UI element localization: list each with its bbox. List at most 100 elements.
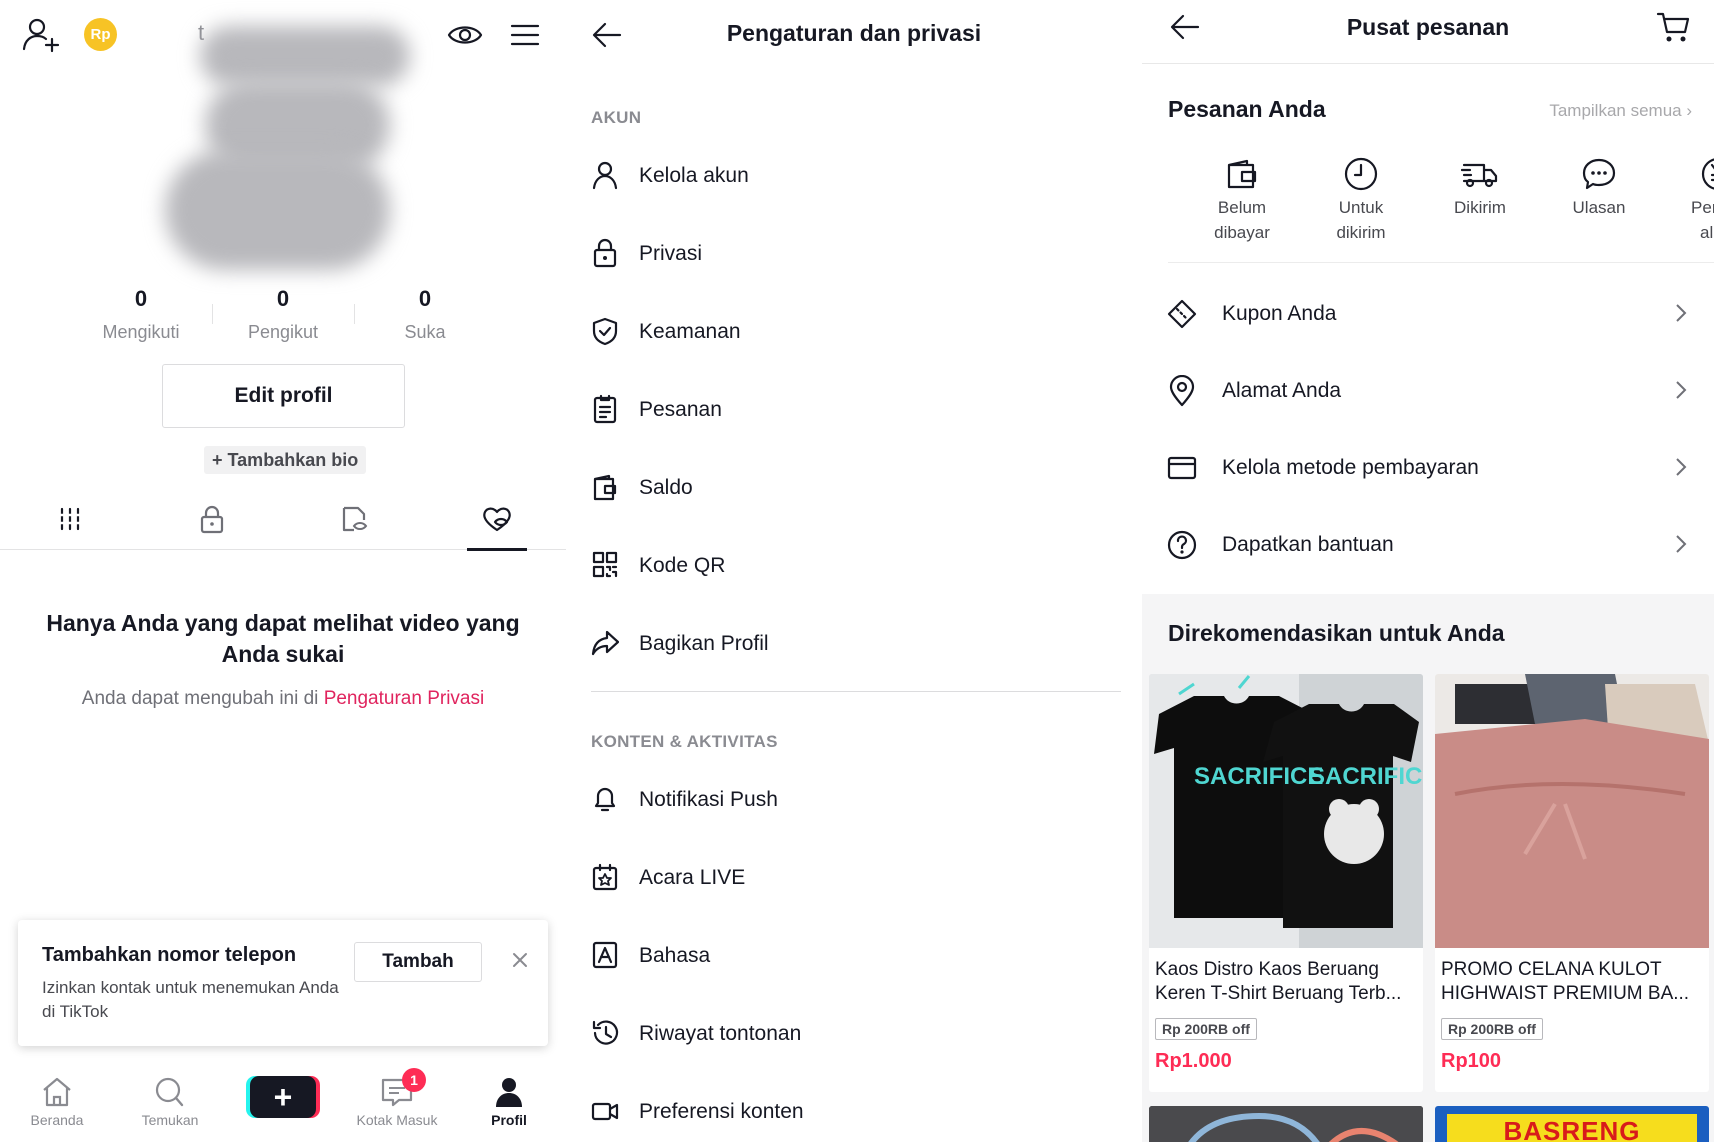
tab-videos[interactable] [40,504,100,550]
menu-item-address[interactable]: Alamat Anda [1166,361,1714,421]
product-card[interactable] [1149,1106,1423,1142]
settings-item-label: Preferensi konten [639,1100,804,1123]
help-circle-icon [1167,530,1197,560]
settings-item-label: Kelola akun [639,164,749,187]
chevron-right-icon [1676,458,1687,476]
settings-item-label: Kode QR [639,554,726,577]
calendar-star-icon [592,863,618,891]
section-divider [591,691,1121,692]
stat-likes[interactable]: 0 Suka [354,286,496,343]
menu-item-label: Kelola metode pembayaran [1222,456,1479,479]
order-status-refunds[interactable]: Pengeıalian [1663,156,1714,245]
settings-item-push-notifications[interactable]: Notifikasi Push [591,770,1121,830]
see-all-label: Tampilkan semua [1549,101,1682,120]
add-bio-button[interactable]: + Tambahkan bio [204,446,367,474]
order-status-shipped[interactable]: Dikirim [1425,156,1535,220]
share-icon [591,630,619,656]
avatar[interactable] [165,150,390,270]
settings-item-orders[interactable]: Pesanan [591,380,1121,440]
coupon-badge: Rp 200RB off [1441,1018,1543,1040]
cart-icon[interactable] [1656,10,1692,44]
card-icon [1167,456,1197,480]
add-phone-subtitle: Izinkan kontak untuk menemukan Anda di T… [42,978,339,1021]
settings-item-manage-account[interactable]: Kelola akun [591,146,1121,206]
section-account: AKUN [591,108,642,127]
settings-item-label: Keamanan [639,320,741,343]
chat-bubble-icon [1582,158,1616,190]
coin-icon[interactable]: Rp [84,18,117,51]
lock-icon [200,505,224,534]
menu-item-help[interactable]: Dapatkan bantuan [1166,515,1714,575]
tab-private[interactable] [182,504,242,550]
order-status-unpaid[interactable]: Belum dibayar [1187,156,1297,245]
settings-item-balance[interactable]: Saldo [591,458,1121,518]
add-friend-icon[interactable] [22,17,60,53]
settings-item-security[interactable]: Keamanan [591,302,1121,362]
tab-liked[interactable] [467,504,527,551]
order-status-reviews[interactable]: Ulasan [1544,156,1654,220]
nav-discover[interactable]: Temukan [125,1076,215,1128]
settings-item-watch-history[interactable]: Riwayat tontonan [591,1004,1121,1064]
section-content-activity: KONTEN & AKTIVITAS [591,732,778,751]
nav-profile[interactable]: Profil [464,1076,554,1128]
menu-icon[interactable] [509,20,541,50]
create-button[interactable]: + [250,1076,316,1118]
following-count: 0 [134,286,148,311]
bottom-nav: Beranda Temukan + Kotak Masuk 1 Profil [0,1068,566,1142]
profile-panel: Rp t 0 Mengikuti 0 Pengikut 0 Suka Edit … [0,0,566,1142]
stat-following[interactable]: 0 Mengikuti [70,286,212,343]
qr-code-icon [592,551,618,578]
product-card[interactable]: PROMO CELANA KULOT HIGHWAIST PREMIUM BA.… [1435,674,1709,1092]
language-icon [592,941,618,969]
chevron-right-icon [1676,535,1687,553]
your-orders-title: Pesanan Anda [1168,96,1326,122]
product-card[interactable]: BASRENG [1435,1106,1709,1142]
settings-item-qr-code[interactable]: Kode QR [591,536,1121,596]
coupon-badge: Rp 200RB off [1155,1018,1257,1040]
add-phone-button[interactable]: Tambah [354,942,482,982]
likes-label: Suka [404,322,446,342]
tab-reposts[interactable] [324,504,384,550]
liked-heart-icon [483,507,511,532]
settings-item-content-preferences[interactable]: Preferensi konten [591,1082,1121,1142]
settings-item-label: Notifikasi Push [639,788,778,811]
nav-inbox[interactable]: Kotak Masuk [352,1076,442,1128]
order-status-to-ship[interactable]: Untuk dikirim [1306,156,1416,245]
coupon-icon [1167,299,1197,329]
tshirt-print-text: SACRIFICE [1194,763,1323,790]
privacy-settings-link[interactable]: Pengaturan Privasi [324,688,485,709]
shield-icon [592,317,618,346]
liked-empty-subtitle-text: Anda dapat mengubah ini di [81,688,324,709]
menu-item-coupons[interactable]: Kupon Anda [1166,284,1714,344]
nav-home[interactable]: Beranda [12,1076,102,1128]
product-price: Rp1.000 [1155,1050,1232,1072]
nav-discover-label: Temukan [141,1112,199,1128]
order-status-label: Dikirim [1454,198,1506,217]
menu-item-payment-methods[interactable]: Kelola metode pembayaran [1166,438,1714,498]
settings-item-share-profile[interactable]: Bagikan Profil [591,614,1121,674]
chevron-right-icon [1676,304,1687,322]
nav-inbox-label: Kotak Masuk [356,1112,438,1128]
settings-item-privacy[interactable]: Privasi [591,224,1121,284]
nav-profile-label: Profil [491,1112,527,1128]
following-label: Mengikuti [102,322,180,342]
edit-profile-button[interactable]: Edit profil [162,364,405,428]
settings-item-live-events[interactable]: Acara LIVE [591,848,1121,908]
followers-label: Pengikut [247,322,319,342]
order-status-label: Belum dibayar [1214,198,1270,242]
product-banner-text: BASRENG [1447,1114,1697,1142]
see-all-link[interactable]: Tampilkan semua › [1549,101,1692,121]
order-status-label: Ulasan [1572,198,1626,217]
order-center-panel: Pusat pesanan Pesanan Anda Tampilkan sem… [1142,0,1714,1142]
bell-icon [594,787,616,812]
settings-item-label: Saldo [639,476,693,499]
settings-item-language[interactable]: Bahasa [591,926,1121,986]
refund-icon [1701,158,1714,190]
stat-followers[interactable]: 0 Pengikut [212,286,354,343]
profile-icon [496,1078,522,1107]
settings-panel: Pengaturan dan privasi AKUN Kelola akun … [566,0,1142,1142]
product-card[interactable]: SACRIFICE SACRIFICE Kaos Distro Kaos Ber… [1149,674,1423,1092]
eye-icon[interactable] [447,20,483,50]
close-icon[interactable] [510,950,530,970]
add-phone-banner: Tambahkan nomor telepon Izinkan kontak u… [18,920,548,1046]
